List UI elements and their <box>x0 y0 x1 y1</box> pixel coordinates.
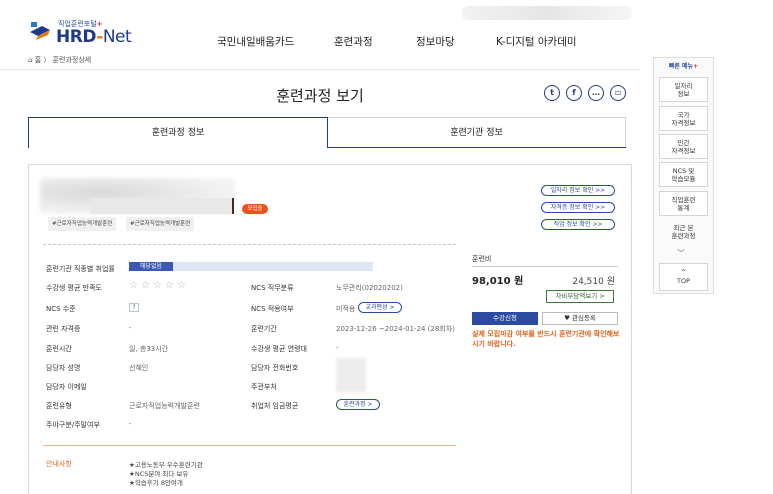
divider <box>43 445 456 446</box>
label-ncs-level: NCS 수준 <box>46 305 76 313</box>
value-certificate: - <box>129 324 132 332</box>
chat-icon[interactable]: … <box>588 85 604 101</box>
label-ncs-category: NCS 직무분류 <box>251 284 294 292</box>
label-satisfaction: 수강생 평균 만족도 <box>46 284 102 292</box>
guide-item: ★학습후기 8만여개 <box>129 479 183 487</box>
label-employment-rate: 훈련기관 직종별 취업률 <box>46 265 115 273</box>
arrow-up-icon: ^ <box>680 268 687 276</box>
wishlist-button[interactable]: ♥ 관심등록 <box>542 312 618 325</box>
logo[interactable]: 직업훈련포털+ HRD-Net <box>28 16 138 48</box>
label-certificate: 관련 자격증 <box>46 325 81 333</box>
home-icon[interactable]: ⌂ <box>28 56 32 64</box>
tab-institution-info[interactable]: 훈련기관 정보 <box>328 117 626 148</box>
header: 직업훈련포털+ HRD-Net 국민내일배움카드 훈련과정 정보마당 K-디지털… <box>0 0 773 52</box>
nav-item-k-digital[interactable]: K-디지털 아카데미 <box>496 34 577 49</box>
divider <box>0 69 640 70</box>
value-training-hours: 일, 총33시간 <box>129 345 169 353</box>
label-training-hours: 훈련시간 <box>46 345 72 353</box>
status-badge: 모집중 <box>242 204 268 214</box>
ncs-level-help[interactable]: ? <box>129 303 139 312</box>
chevron-down-icon[interactable]: ﹀ <box>677 248 685 259</box>
notice-text: 실제 모집마감 여부를 반드시 훈련기관에 확인해보시기 바랍니다. <box>472 330 620 348</box>
tag[interactable]: #근로자직업능력개발훈련 <box>126 217 195 231</box>
nav-item-tomorrow-card[interactable]: 국민내일배움카드 <box>217 34 294 49</box>
quick-item-ncs[interactable]: NCS 및 학습모듈 <box>659 162 708 187</box>
tag[interactable]: #근로자직업능력개발훈련 <box>48 217 117 231</box>
guide-label: 안내사항 <box>46 460 72 468</box>
label-training-type: 훈련유형 <box>46 402 72 410</box>
value-training-period: 2023-12-26 ~2024-01-24 (28회차) <box>336 325 455 333</box>
fee-total: 98,010 원 <box>472 276 524 287</box>
quick-item-national-cert[interactable]: 국가 자격정보 <box>659 106 708 131</box>
job-info-button[interactable]: 일자리 정보 확인 >> <box>541 185 615 196</box>
label-day-night: 주야구분/주말여부 <box>46 421 100 429</box>
apply-button[interactable]: 수강신청 <box>472 312 538 325</box>
fee-label: 훈련비 <box>472 255 492 263</box>
value-training-type: 근로자직업능력개발훈련 <box>129 402 200 410</box>
logo-icon <box>30 22 50 40</box>
nav-item-courses[interactable]: 훈련과정 <box>334 34 373 49</box>
top-label: TOP <box>676 277 690 285</box>
breadcrumb-current: 훈련과정상세 <box>52 56 92 64</box>
divider <box>43 244 456 245</box>
curriculum-button[interactable]: 교과편성 > <box>358 302 402 313</box>
copy-icon[interactable]: ▭ <box>610 85 626 101</box>
breadcrumb-home[interactable]: 홈 <box>35 56 41 64</box>
twitter-icon[interactable]: t <box>544 85 560 101</box>
divider <box>472 266 618 267</box>
label-avg-age: 수강생 평균 연령대 <box>251 345 307 353</box>
value-day-night: - <box>129 420 132 428</box>
employment-rate-badge: 해당없음 <box>129 262 173 271</box>
certificate-info-button[interactable]: 자격증 정보 확인 >> <box>541 202 615 213</box>
label-ministry: 주관부처 <box>251 383 277 391</box>
value-manager-name: 선혜인 <box>129 364 149 372</box>
top-util-links <box>462 6 632 20</box>
quick-item-statistics[interactable]: 직업훈련 통계 <box>659 191 708 216</box>
satisfaction-stars: ☆☆☆☆☆ <box>129 280 189 291</box>
heart-icon: ♥ <box>564 314 570 322</box>
breadcrumb: ⌂ 홈 〉 훈련과정상세 <box>28 55 91 65</box>
course-title-redacted-line <box>90 198 234 214</box>
self-pay-button[interactable]: 자비부담액보기 > <box>546 290 614 303</box>
label-training-period: 훈련기간 <box>251 325 277 333</box>
quick-item-recent[interactable]: 최근 본 훈련과정 <box>659 219 708 244</box>
label-ncs-applied: NCS 적용여부 <box>251 305 294 313</box>
occupation-info-button[interactable]: 직업 정보 확인 >> <box>541 219 615 230</box>
facebook-icon[interactable]: f <box>566 85 582 101</box>
label-wage-average: 취업처 임금평균 <box>251 402 299 410</box>
tab-course-info[interactable]: 훈련과정 정보 <box>28 117 328 148</box>
label-manager-name: 담당자 성명 <box>46 364 81 372</box>
tab-underline <box>328 147 626 148</box>
wage-course-button[interactable]: 훈련과정 > <box>336 399 380 410</box>
fee-self-pay: 24,510 원 <box>572 277 615 287</box>
redacted-value <box>336 358 366 392</box>
wishlist-label: 관심등록 <box>571 314 596 322</box>
value-avg-age: - <box>336 344 339 352</box>
logo-text: HRD-Net <box>56 27 132 47</box>
nav-item-info[interactable]: 정보마당 <box>416 34 455 49</box>
breadcrumb-separator: 〉 <box>43 56 51 64</box>
top-button[interactable]: ^ TOP <box>659 263 708 291</box>
quick-item-jobs[interactable]: 일자리 정보 <box>659 77 708 102</box>
value-ncs-applied: 미적용 <box>336 305 356 313</box>
label-manager-email: 담당자 이메일 <box>46 383 87 391</box>
value-ncs-category: 노무관리(02020202) <box>336 284 403 292</box>
label-manager-phone: 담당자 전화번호 <box>251 364 299 372</box>
quick-item-private-cert[interactable]: 민간 자격정보 <box>659 134 708 159</box>
quick-menu-title: 빠른 메뉴+ <box>668 63 699 70</box>
